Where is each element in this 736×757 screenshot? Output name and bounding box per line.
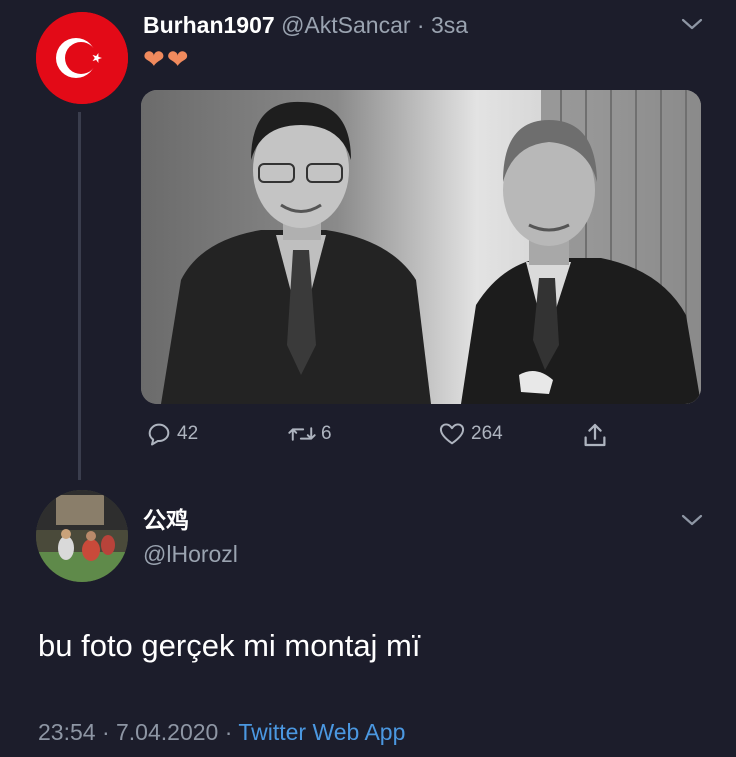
tweet-footer: 23:54 · 7.04.2020 · Twitter Web App	[38, 717, 405, 747]
avatar-photo	[36, 490, 128, 582]
timestamp[interactable]: 23:54 · 7.04.2020 ·	[38, 719, 238, 745]
retweet-button[interactable]: 6	[287, 420, 332, 448]
display-name[interactable]: Burhan1907	[143, 12, 275, 38]
separator: ·	[410, 12, 431, 38]
chevron-down-icon[interactable]	[680, 16, 704, 32]
handle[interactable]: @lHorozl	[143, 540, 238, 568]
chevron-down-icon[interactable]	[680, 512, 704, 528]
retweet-icon	[288, 427, 316, 441]
timestamp[interactable]: 3sa	[431, 12, 468, 38]
reply-count: 42	[177, 423, 199, 444]
retweet-count: 6	[321, 423, 332, 444]
avatar[interactable]	[36, 490, 128, 582]
heart-icon	[439, 423, 465, 445]
display-name[interactable]: 公鸡	[143, 506, 189, 534]
action-bar: 42 6 264	[0, 420, 736, 450]
source-link[interactable]: Twitter Web App	[238, 719, 405, 745]
reply-button[interactable]: 42	[145, 420, 198, 448]
turkish-flag-icon	[36, 12, 128, 104]
tweet-photo[interactable]	[141, 90, 701, 404]
handle[interactable]: @AktSancar	[281, 12, 410, 38]
reply-text: bu foto gerçek mi montaj mï	[38, 628, 421, 663]
like-button[interactable]: 264	[437, 420, 503, 448]
share-button[interactable]	[580, 420, 610, 450]
tweet-header: Burhan1907 @AktSancar · 3sa	[143, 12, 468, 38]
avatar[interactable]	[36, 12, 128, 104]
reply-icon	[148, 423, 170, 446]
share-icon	[584, 423, 606, 447]
photo-image	[141, 90, 701, 404]
tweet-text: ❤❤	[143, 44, 191, 74]
like-count: 264	[471, 423, 503, 444]
